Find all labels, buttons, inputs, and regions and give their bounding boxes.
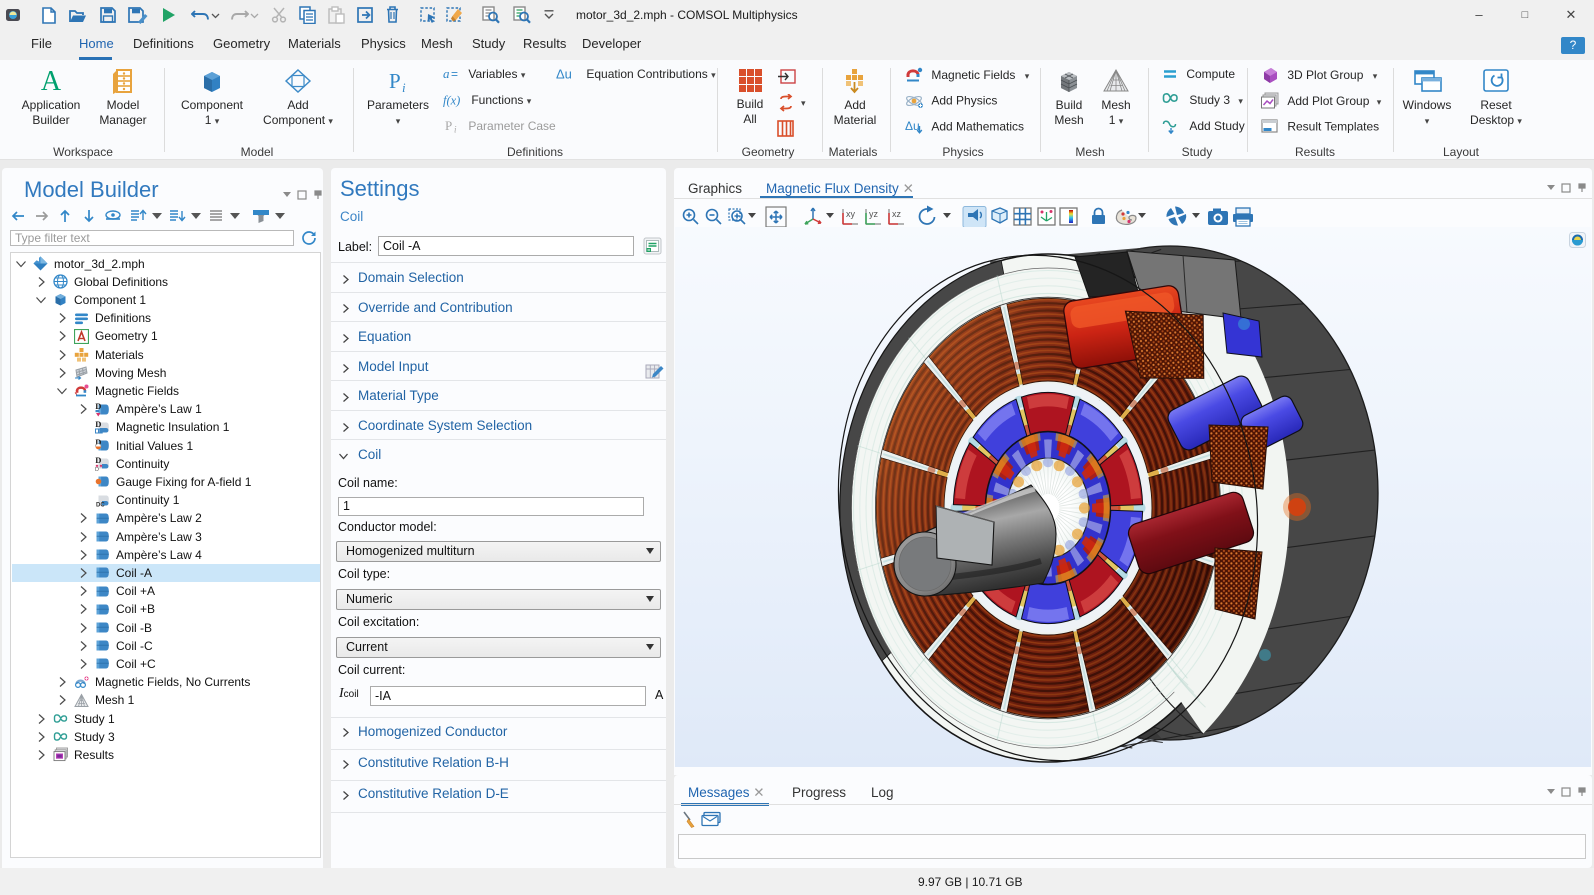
svg-text:Δu: Δu — [556, 67, 572, 82]
svg-text:=: = — [451, 67, 458, 81]
svg-text:D: D — [95, 467, 99, 471]
svg-text:xz: xz — [892, 209, 902, 219]
svg-text:A: A — [41, 68, 62, 94]
svg-text:D: D — [95, 420, 101, 429]
svg-text:f(x): f(x) — [443, 94, 460, 108]
svg-text:DC: DC — [96, 502, 105, 508]
svg-text:xy: xy — [846, 209, 856, 219]
svg-text:i: i — [402, 80, 406, 94]
svg-text:P: P — [389, 69, 401, 93]
svg-text:i: i — [454, 125, 457, 135]
svg-text:a: a — [443, 66, 450, 81]
svg-text:D: D — [95, 402, 101, 411]
svg-text:yz: yz — [869, 209, 879, 219]
svg-text:P: P — [445, 118, 452, 133]
svg-text:D: D — [95, 456, 101, 465]
